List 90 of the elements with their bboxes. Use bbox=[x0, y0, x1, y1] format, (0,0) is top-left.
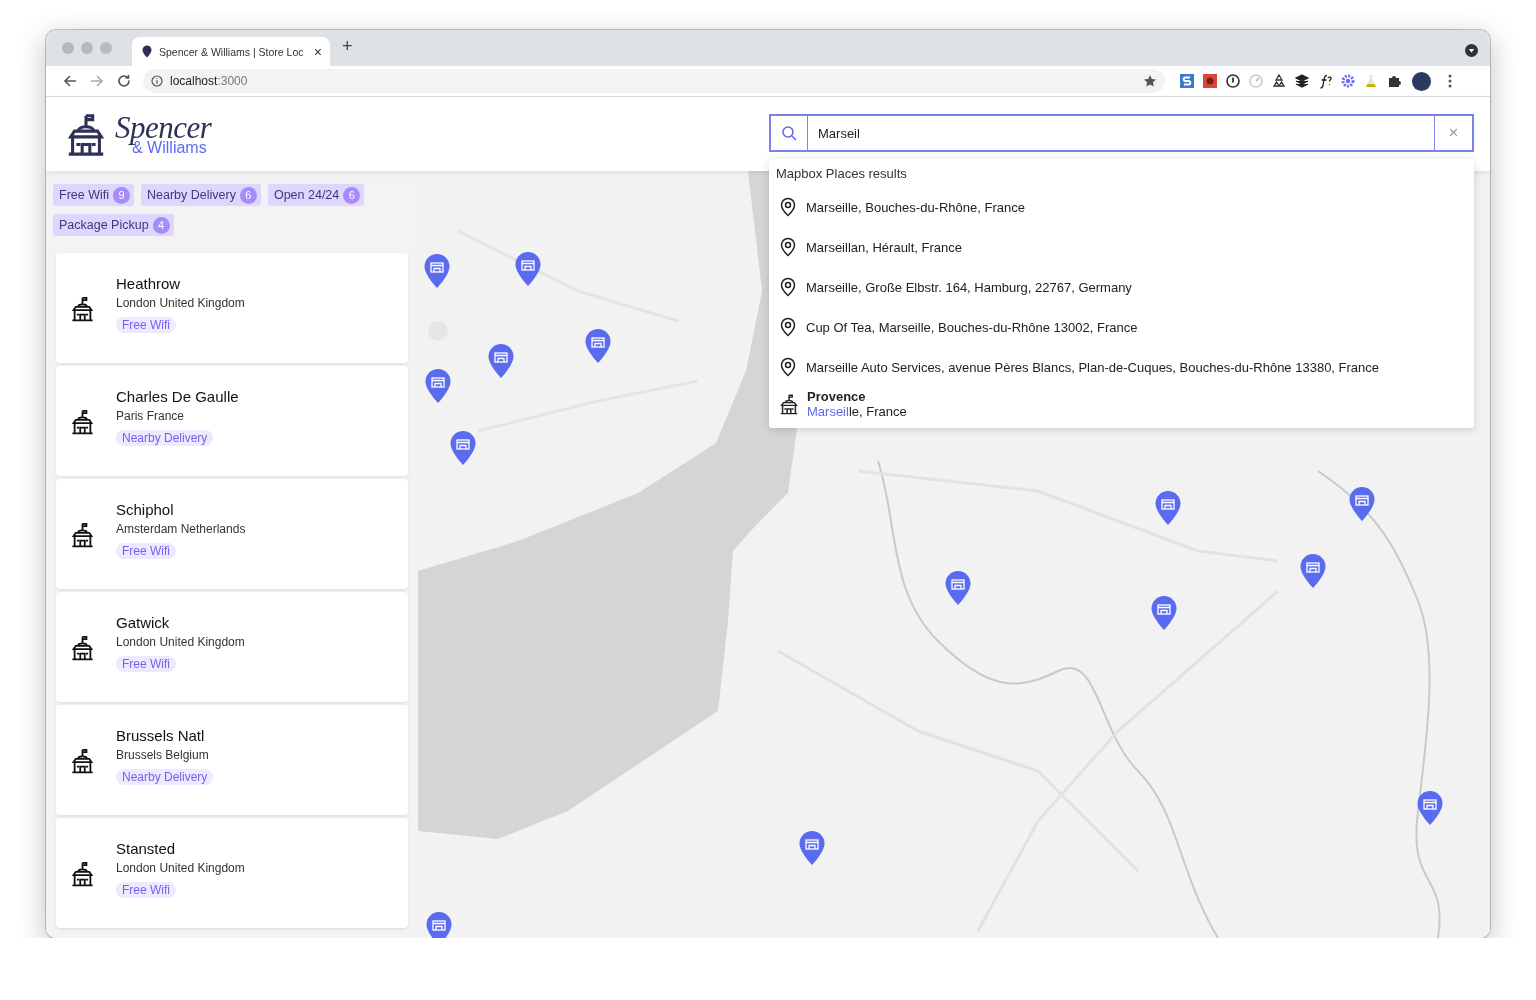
profile-avatar[interactable] bbox=[1412, 71, 1431, 91]
map-pin[interactable] bbox=[425, 911, 453, 938]
map-pin[interactable] bbox=[1154, 490, 1182, 526]
store-card[interactable]: Schiphol Amsterdam Netherlands Free Wifi bbox=[56, 479, 408, 589]
store-card[interactable]: Brussels Natl Brussels Belgium Nearby Delivery bbox=[56, 705, 408, 815]
feature-tag: Free Wifi bbox=[116, 656, 176, 672]
map-pin[interactable] bbox=[487, 343, 515, 379]
location-pin-icon bbox=[779, 357, 797, 377]
store-card[interactable]: Charles De Gaulle Paris France Nearby Delivery bbox=[56, 366, 408, 476]
place-result[interactable]: Cup Of Tea, Marseille, Bouches-du-Rhône 13002, France bbox=[769, 307, 1474, 347]
place-result[interactable]: Marseille Auto Services, avenue Pères Blancs, Plan-de-Cuques, Bouches-du-Rhône 13380, France bbox=[769, 347, 1474, 387]
filter-chip[interactable]: Free Wifi 9 bbox=[53, 184, 134, 206]
feature-tag: Free Wifi bbox=[116, 882, 176, 898]
feature-tag: Free Wifi bbox=[116, 543, 176, 559]
count-badge: 4 bbox=[152, 216, 170, 234]
map-pin[interactable] bbox=[1150, 595, 1178, 631]
filter-chip[interactable]: Package Pickup 4 bbox=[53, 214, 174, 236]
store-card[interactable]: Stansted London United Kingdom Free Wifi bbox=[56, 818, 408, 928]
map-pin[interactable] bbox=[1416, 790, 1444, 826]
store-card[interactable]: Heathrow London United Kingdom Free Wifi bbox=[56, 253, 408, 363]
search-icon bbox=[781, 125, 797, 141]
layers-icon[interactable] bbox=[1294, 73, 1310, 89]
store-icon bbox=[69, 633, 96, 661]
store-icon bbox=[778, 393, 800, 415]
store-location: London United Kingdom bbox=[116, 296, 245, 310]
store-result[interactable]: Provence Marseille, France bbox=[769, 387, 1474, 423]
back-icon[interactable] bbox=[62, 74, 77, 88]
store-location: Brussels Belgium bbox=[116, 748, 210, 762]
store-location: London United Kingdom bbox=[116, 861, 245, 875]
store-name: Schiphol bbox=[116, 501, 175, 518]
store-location: Paris France bbox=[116, 409, 186, 423]
filter-chip[interactable]: Open 24/24 6 bbox=[267, 184, 365, 206]
feature-tag: Nearby Delivery bbox=[116, 430, 214, 446]
map-pin[interactable] bbox=[584, 328, 612, 364]
reload-icon[interactable] bbox=[116, 74, 131, 88]
store-icon bbox=[69, 859, 96, 887]
store-icon bbox=[69, 294, 96, 322]
count-badge: 6 bbox=[239, 186, 257, 204]
place-result[interactable]: Marseillan, Hérault, France bbox=[769, 227, 1474, 267]
location-pin-icon bbox=[779, 237, 797, 257]
pin-icon bbox=[142, 45, 152, 58]
flask-icon[interactable] bbox=[1363, 73, 1379, 89]
address-bar[interactable]: localhost:3000 bbox=[143, 69, 1165, 93]
tab-title: Spencer & Williams | Store Loc bbox=[159, 45, 305, 58]
feature-tag: Free Wifi bbox=[116, 317, 176, 333]
store-name: Brussels Natl bbox=[116, 727, 206, 744]
square-icon[interactable] bbox=[1202, 73, 1218, 89]
url-text: localhost:3000 bbox=[170, 74, 248, 88]
map-pin[interactable] bbox=[424, 368, 452, 404]
store-location: Amsterdam Netherlands bbox=[116, 522, 246, 536]
store-name: Heathrow bbox=[116, 275, 182, 292]
store-icon bbox=[69, 520, 96, 548]
count-badge: 9 bbox=[113, 186, 130, 204]
forward-icon[interactable] bbox=[89, 74, 104, 88]
puzzle-icon[interactable] bbox=[1386, 73, 1402, 89]
store-name: Gatwick bbox=[116, 614, 171, 631]
results-heading: Mapbox Places results bbox=[775, 166, 908, 183]
s-icon[interactable] bbox=[1179, 73, 1195, 89]
filter-chip[interactable]: Nearby Delivery 6 bbox=[141, 184, 261, 206]
new-tab-button[interactable]: + bbox=[342, 35, 353, 57]
location-pin-icon bbox=[779, 317, 797, 337]
store-icon bbox=[69, 746, 96, 774]
search-field[interactable]: Marseil × bbox=[769, 114, 1474, 152]
store-name: Stansted bbox=[116, 840, 177, 857]
map-pin[interactable] bbox=[1348, 486, 1376, 522]
gear-icon[interactable] bbox=[1340, 73, 1356, 89]
place-result[interactable]: Marseille, Große Elbstr. 164, Hamburg, 22767, Germany bbox=[769, 267, 1474, 307]
browser-tab[interactable]: Spencer & Williams | Store Loc × bbox=[132, 37, 330, 66]
store-location: London United Kingdom bbox=[116, 635, 245, 649]
store-icon bbox=[69, 407, 96, 435]
count-badge: 6 bbox=[343, 186, 361, 204]
map-pin[interactable] bbox=[423, 253, 451, 289]
store-name: Charles De Gaulle bbox=[116, 388, 239, 405]
feature-tag: Nearby Delivery bbox=[116, 769, 214, 785]
power-icon[interactable] bbox=[1225, 73, 1241, 89]
location-pin-icon bbox=[779, 197, 797, 217]
store-card[interactable]: Gatwick London United Kingdom Free Wifi bbox=[56, 592, 408, 702]
close-tab-button[interactable]: × bbox=[313, 44, 322, 59]
brand-name: Spencer bbox=[115, 112, 212, 143]
star-icon[interactable] bbox=[1143, 74, 1157, 88]
location-pin-icon bbox=[779, 277, 797, 297]
dropdown-icon[interactable] bbox=[1465, 44, 1478, 57]
more-menu-icon[interactable] bbox=[1448, 74, 1452, 88]
info-icon bbox=[151, 75, 163, 87]
map-pin[interactable] bbox=[449, 430, 477, 466]
map-pin[interactable] bbox=[944, 570, 972, 606]
place-result[interactable]: Marseille, Bouches-du-Rhône, France bbox=[769, 187, 1474, 227]
map-pin[interactable] bbox=[1299, 553, 1327, 589]
map-pin[interactable] bbox=[798, 830, 826, 866]
map-pin[interactable] bbox=[514, 251, 542, 287]
